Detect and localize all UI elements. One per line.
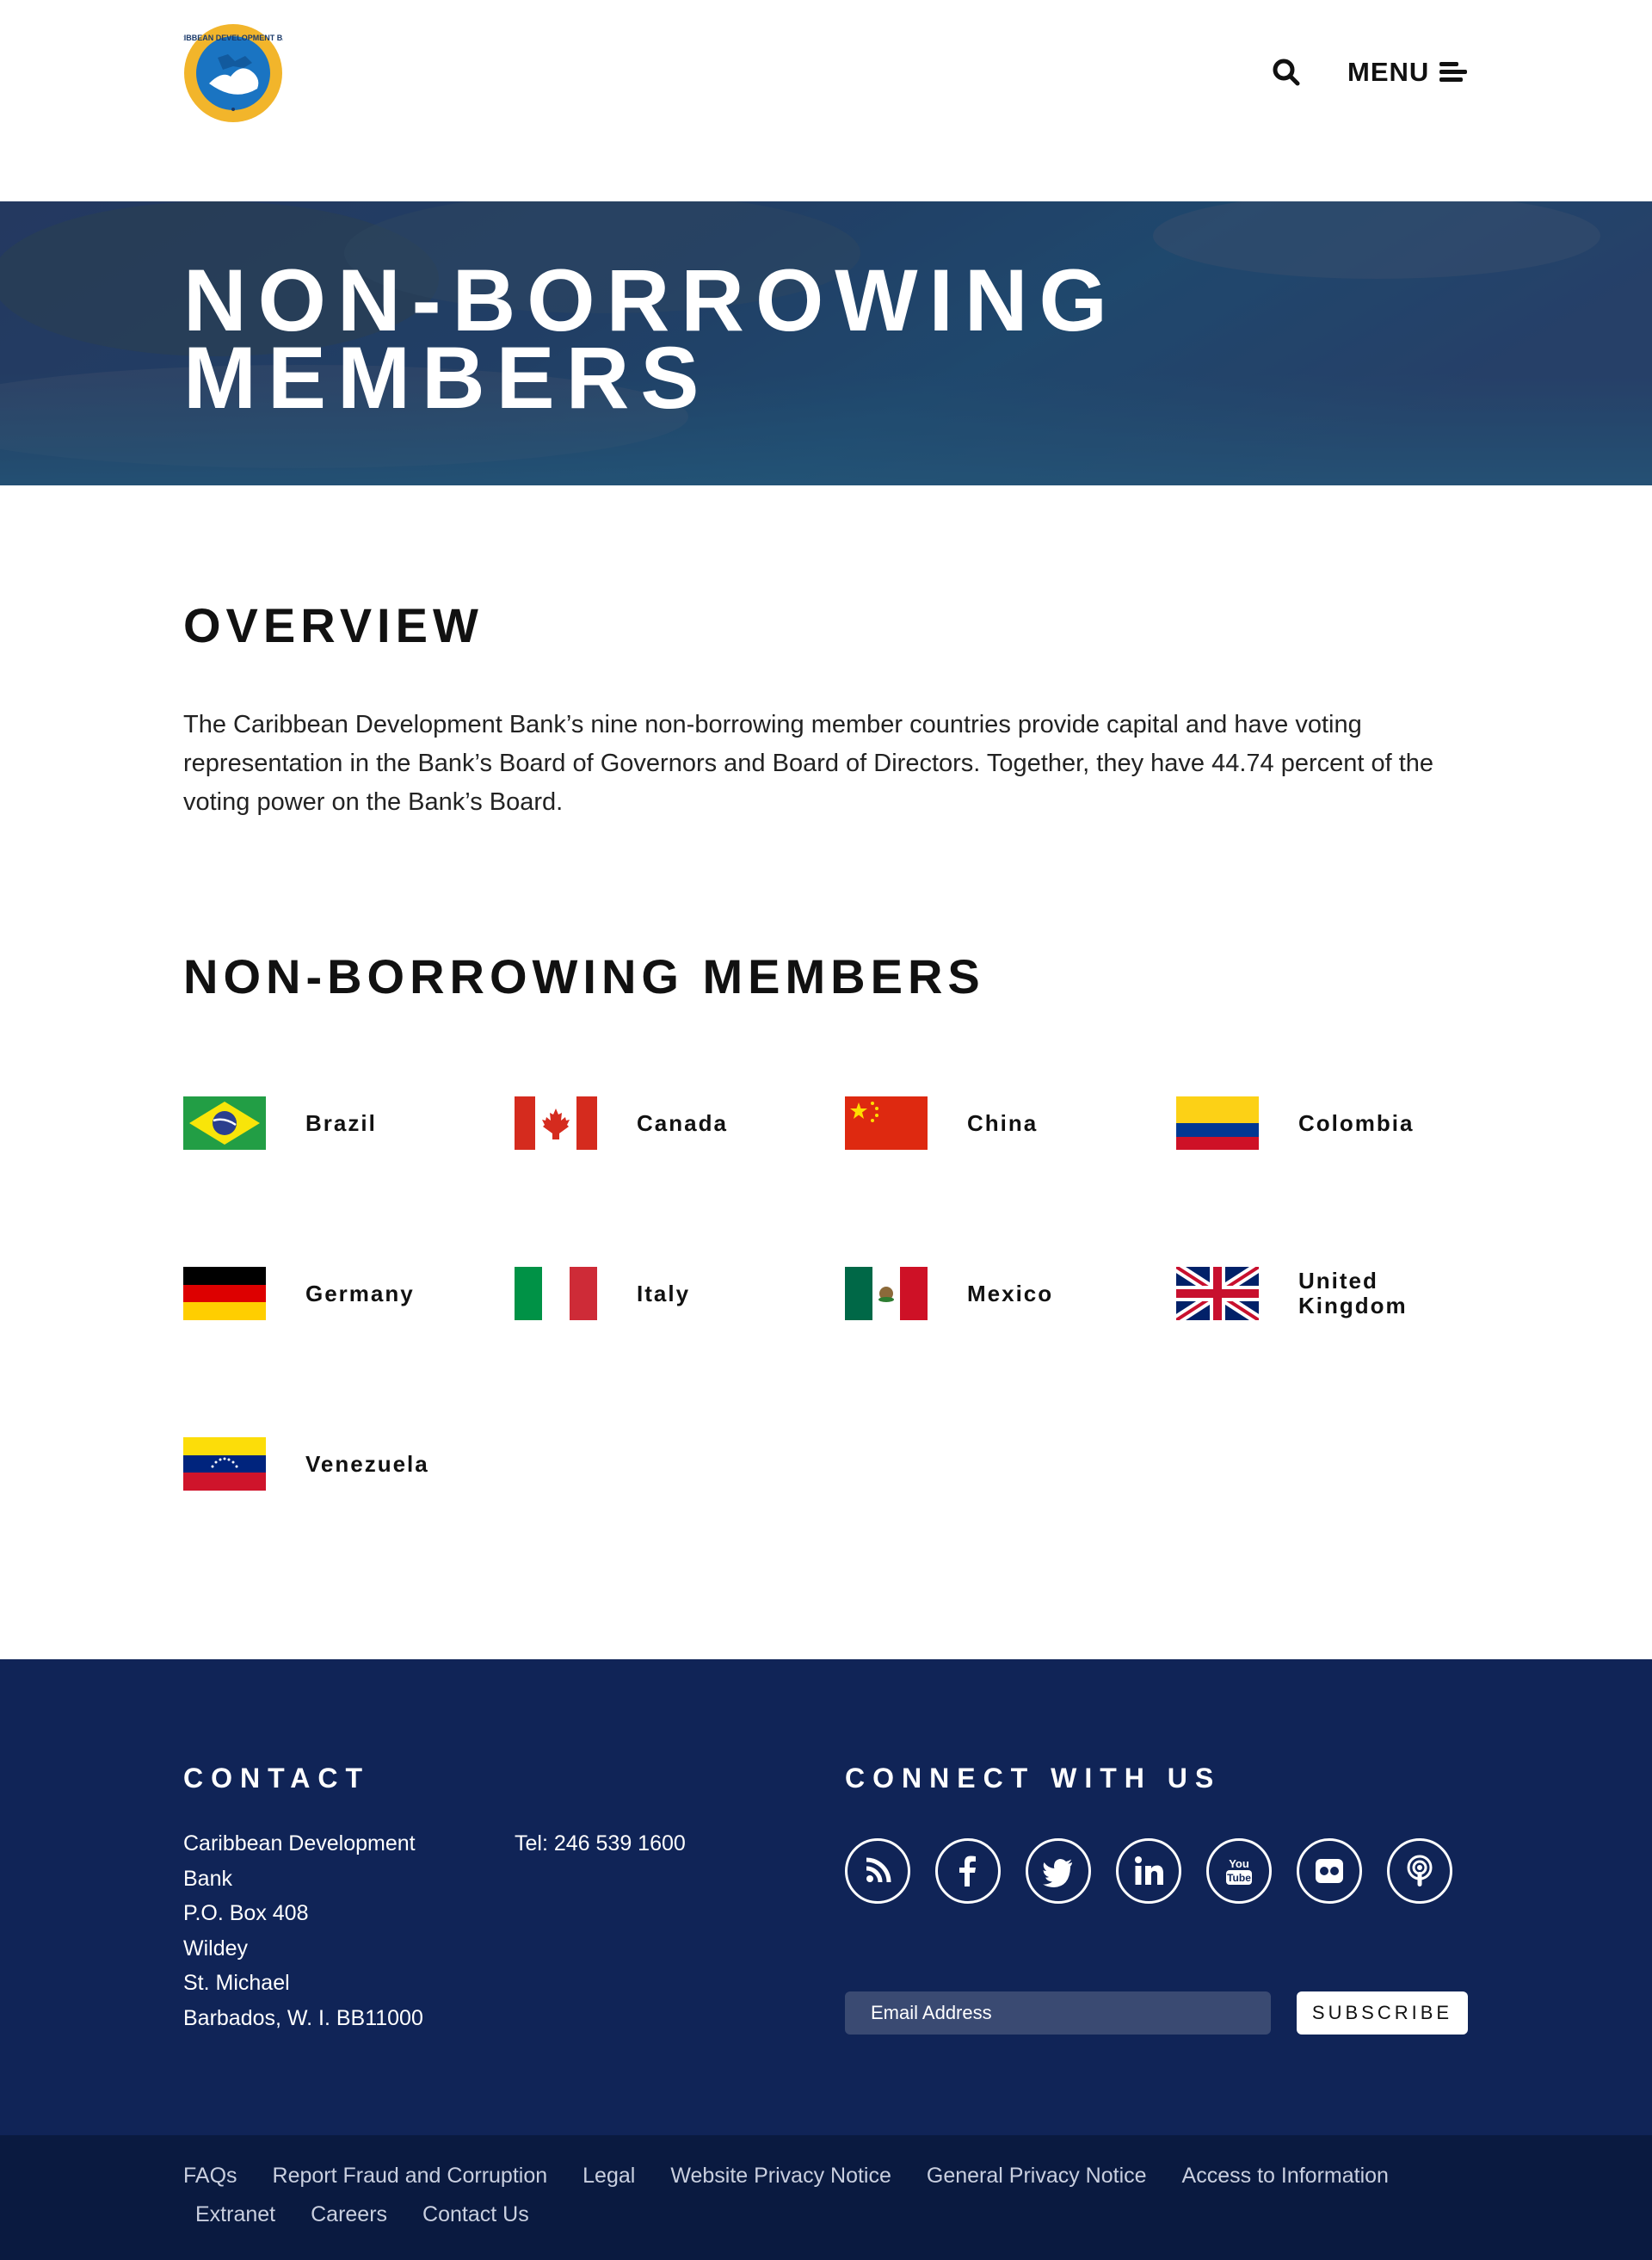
svg-text:Tube: Tube — [1227, 1872, 1251, 1884]
search-icon — [1273, 59, 1300, 86]
footer-link-faqs[interactable]: FAQs — [183, 2163, 237, 2189]
member-mexico[interactable]: Mexico — [845, 1267, 1131, 1320]
podcast-icon — [1407, 1855, 1433, 1886]
footer-link-careers[interactable]: Careers — [311, 2201, 387, 2228]
footer-bottom-bar: FAQs Report Fraud and Corruption Legal W… — [0, 2135, 1652, 2260]
canada-flag — [515, 1096, 597, 1150]
page-title: NON-BORROWING MEMBERS — [183, 251, 1474, 427]
member-canada[interactable]: Canada — [515, 1096, 800, 1150]
member-china[interactable]: China — [845, 1096, 1131, 1150]
member-name: Brazil — [305, 1109, 377, 1136]
footer-link-access-to-information[interactable]: Access to Information — [1182, 2163, 1389, 2189]
flickr-link[interactable] — [1297, 1838, 1362, 1904]
contact-address: Caribbean Development Bank P.O. Box 408 … — [183, 1826, 467, 2035]
footer-link-general-privacy[interactable]: General Privacy Notice — [927, 2163, 1147, 2189]
page-title-line-1: NON-BORROWING — [183, 251, 1119, 349]
venezuela-flag — [183, 1437, 266, 1491]
subscribe-button[interactable]: SUBSCRIBE — [1297, 1991, 1468, 2035]
email-input[interactable] — [845, 1991, 1271, 2035]
contact-telephone: Tel: 246 539 1600 — [515, 1831, 686, 1856]
svg-text:You: You — [1229, 1857, 1249, 1870]
youtube-icon: You Tube — [1226, 1857, 1252, 1885]
address-line: Caribbean Development Bank — [183, 1831, 416, 1891]
twitter-link[interactable] — [1026, 1838, 1091, 1904]
address-line: St. Michael — [183, 1971, 290, 1995]
china-flag — [845, 1096, 928, 1150]
footer-link-contact-us[interactable]: Contact Us — [422, 2201, 529, 2228]
united-kingdom-flag — [1176, 1267, 1259, 1320]
italy-flag — [515, 1267, 597, 1320]
footer-link-website-privacy[interactable]: Website Privacy Notice — [670, 2163, 891, 2189]
youtube-link[interactable]: You Tube — [1206, 1838, 1272, 1904]
contact-heading: CONTACT — [183, 1763, 371, 1794]
member-united-kingdom[interactable]: United Kingdom — [1176, 1267, 1462, 1320]
address-line: Wildey — [183, 1936, 249, 1961]
facebook-icon — [959, 1856, 976, 1886]
colombia-flag — [1176, 1096, 1259, 1150]
search-button[interactable] — [1272, 58, 1301, 87]
site-header: CARIBBEAN DEVELOPMENT BANK MENU — [0, 0, 1652, 201]
cdb-logo: CARIBBEAN DEVELOPMENT BANK — [183, 24, 283, 122]
member-name: Italy — [637, 1280, 691, 1306]
menu-icon — [1439, 60, 1468, 84]
member-brazil[interactable]: Brazil — [183, 1096, 469, 1150]
member-colombia[interactable]: Colombia — [1176, 1096, 1462, 1150]
mexico-flag — [845, 1267, 928, 1320]
page-title-line-2: MEMBERS — [183, 329, 711, 427]
germany-flag — [183, 1267, 266, 1320]
logo-text: CARIBBEAN DEVELOPMENT BANK — [183, 34, 283, 42]
social-links: You Tube — [845, 1838, 1452, 1904]
member-italy[interactable]: Italy — [515, 1267, 800, 1320]
facebook-link[interactable] — [935, 1838, 1001, 1904]
footer-links: FAQs Report Fraud and Corruption Legal W… — [183, 2163, 1474, 2228]
flickr-icon — [1316, 1859, 1343, 1883]
member-name: United Kingdom — [1298, 1268, 1408, 1318]
overview-heading: OVERVIEW — [183, 598, 484, 652]
footer-link-report-fraud[interactable]: Report Fraud and Corruption — [273, 2163, 548, 2189]
overview-paragraph: The Caribbean Development Bank’s nine no… — [183, 711, 1434, 816]
member-venezuela[interactable]: Venezuela — [183, 1437, 469, 1491]
linkedin-icon — [1135, 1856, 1163, 1885]
connect-heading: CONNECT WITH US — [845, 1763, 1222, 1794]
address-line: P.O. Box 408 — [183, 1901, 309, 1925]
brazil-flag — [183, 1096, 266, 1150]
member-name: China — [967, 1109, 1039, 1136]
member-name: Canada — [637, 1109, 728, 1136]
footer-link-legal[interactable]: Legal — [583, 2163, 635, 2189]
linkedin-link[interactable] — [1116, 1838, 1181, 1904]
member-germany[interactable]: Germany — [183, 1267, 469, 1320]
menu-button[interactable]: MENU — [1347, 57, 1468, 88]
menu-label: MENU — [1347, 57, 1430, 87]
rss-icon — [866, 1857, 891, 1883]
address-line: Barbados, W. I. BB11000 — [183, 2005, 423, 2030]
podcast-link[interactable] — [1387, 1838, 1452, 1904]
member-name: Mexico — [967, 1280, 1054, 1306]
member-name: Germany — [305, 1280, 415, 1306]
member-name: Venezuela — [305, 1450, 429, 1477]
twitter-icon — [1043, 1859, 1072, 1887]
footer-link-extranet[interactable]: Extranet — [195, 2201, 275, 2228]
rss-link[interactable] — [845, 1838, 910, 1904]
member-name: Colombia — [1298, 1109, 1415, 1136]
hero-banner: NON-BORROWING MEMBERS — [0, 201, 1652, 485]
members-heading: NON-BORROWING MEMBERS — [183, 949, 985, 1003]
